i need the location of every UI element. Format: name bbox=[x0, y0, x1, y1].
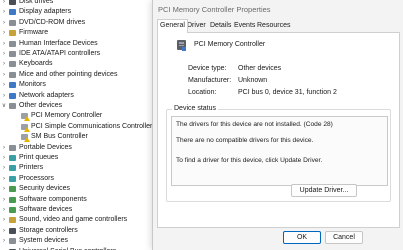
printer-icon bbox=[9, 165, 16, 172]
unknown-device-warning-icon bbox=[21, 134, 30, 143]
disk-drive-icon bbox=[9, 0, 16, 5]
status-line: To find a driver for this device, click … bbox=[176, 157, 323, 164]
device-status-group: Device status The drivers for this devic… bbox=[166, 105, 391, 202]
device-status-legend: Device status bbox=[172, 105, 219, 112]
device-name: PCI Memory Controller bbox=[194, 41, 266, 48]
tree-item-label: Human Interface Devices bbox=[19, 39, 98, 47]
chevron-right-icon[interactable]: › bbox=[1, 153, 7, 163]
security-device-icon bbox=[9, 186, 16, 193]
cancel-button[interactable]: Cancel bbox=[325, 231, 363, 244]
print-queue-icon bbox=[9, 155, 16, 161]
tree-item-label: Network adapters bbox=[19, 91, 74, 99]
tree-item-label: Display adapters bbox=[19, 8, 72, 16]
chevron-right-icon[interactable]: › bbox=[1, 28, 7, 38]
manufacturer-value: Unknown bbox=[238, 77, 268, 84]
tree-item-label: Mice and other pointing devices bbox=[19, 70, 118, 78]
chevron-right-icon[interactable]: › bbox=[1, 7, 7, 17]
tree-item-label: PCI Simple Communications Controller bbox=[31, 122, 152, 130]
sound-controller-icon bbox=[9, 217, 16, 224]
tab-general[interactable]: General bbox=[157, 19, 188, 33]
title-bar[interactable]: PCI Memory Controller Properties bbox=[153, 0, 403, 18]
chevron-right-icon[interactable]: › bbox=[1, 205, 7, 215]
tree-item-label: Disk drives bbox=[19, 0, 54, 5]
dialog-title: PCI Memory Controller Properties bbox=[158, 5, 271, 14]
chevron-right-icon[interactable]: › bbox=[1, 195, 7, 205]
software-component-icon bbox=[9, 196, 16, 203]
chevron-right-icon[interactable]: › bbox=[1, 39, 7, 49]
display-adapter-icon bbox=[9, 9, 16, 16]
tab-details[interactable]: Details bbox=[208, 20, 233, 32]
unknown-device-warning-icon bbox=[21, 123, 30, 132]
monitor-icon bbox=[9, 82, 16, 89]
tree-item-label: Software components bbox=[19, 195, 87, 203]
tree-item-label: Software devices bbox=[19, 206, 73, 213]
tree-item-label: Universal Serial Bus controllers bbox=[19, 247, 116, 250]
tree-item-label: Other devices bbox=[19, 102, 63, 109]
location-label: Location: bbox=[188, 89, 217, 96]
chevron-right-icon[interactable]: › bbox=[1, 91, 7, 101]
firmware-icon bbox=[9, 30, 16, 37]
tree-item-label: Security devices bbox=[19, 185, 70, 193]
chevron-right-icon[interactable]: › bbox=[1, 174, 7, 184]
chevron-right-icon[interactable]: › bbox=[1, 247, 7, 250]
network-adapter-icon bbox=[9, 92, 16, 99]
tree-item-label: System devices bbox=[19, 237, 69, 245]
unknown-device-warning-icon bbox=[21, 113, 30, 122]
location-value: PCI bus 0, device 31, function 2 bbox=[238, 89, 337, 96]
chevron-right-icon[interactable]: › bbox=[1, 184, 7, 194]
chevron-right-icon[interactable]: › bbox=[1, 163, 7, 173]
tree-item-label: Printers bbox=[19, 164, 44, 172]
keyboard-icon bbox=[9, 61, 16, 68]
portable-device-icon bbox=[9, 144, 16, 151]
chevron-right-icon[interactable]: › bbox=[1, 80, 7, 90]
tree-item-label: PCI Memory Controller bbox=[31, 112, 103, 120]
tree-item-label: Portable Devices bbox=[19, 143, 72, 151]
device-type-label: Device type: bbox=[188, 65, 227, 72]
chevron-right-icon[interactable]: › bbox=[1, 49, 7, 59]
device-tree: › Disk drives › Display adapters › DVD/CD-ROM… bbox=[0, 0, 152, 250]
tree-item-label: SM Bus Controller bbox=[31, 133, 88, 141]
software-device-icon bbox=[9, 207, 16, 213]
chevron-right-icon[interactable]: › bbox=[1, 215, 7, 225]
storage-controller-icon bbox=[9, 227, 16, 234]
chevron-right-icon[interactable]: › bbox=[1, 143, 7, 153]
tree-item-label: Sound, video and game controllers bbox=[19, 216, 128, 224]
device-status-text[interactable]: The drivers for this device are not inst… bbox=[171, 116, 388, 186]
mouse-icon bbox=[9, 71, 16, 78]
chevron-down-icon[interactable]: ∨ bbox=[1, 101, 7, 111]
update-driver-button[interactable]: Update Driver... bbox=[291, 184, 357, 197]
other-devices-icon bbox=[9, 103, 16, 109]
general-tab-panel: PCI Memory Controller Device type: Other… bbox=[157, 32, 400, 228]
ide-controller-icon bbox=[9, 51, 16, 57]
tree-item-label: Processors bbox=[19, 174, 55, 182]
processor-icon bbox=[9, 175, 16, 182]
tab-events[interactable]: Events bbox=[232, 20, 257, 32]
ok-button[interactable]: OK bbox=[283, 231, 321, 244]
tree-item-label: IDE ATA/ATAPI controllers bbox=[19, 50, 101, 57]
tab-resources[interactable]: Resources bbox=[255, 20, 292, 32]
device-icon bbox=[177, 40, 186, 51]
tree-item-label: Keyboards bbox=[19, 60, 53, 68]
tree-item-label: DVD/CD-ROM drives bbox=[19, 18, 86, 26]
properties-dialog: PCI Memory Controller Properties General… bbox=[152, 0, 403, 250]
tab-driver[interactable]: Driver bbox=[185, 20, 208, 32]
status-line: The drivers for this device are not inst… bbox=[176, 121, 333, 128]
tree-item-label: Storage controllers bbox=[19, 226, 78, 234]
status-line: There are no compatible drivers for this… bbox=[176, 137, 314, 144]
manufacturer-label: Manufacturer: bbox=[188, 77, 232, 84]
tree-item-label: Firmware bbox=[19, 29, 49, 37]
chevron-right-icon[interactable]: › bbox=[1, 70, 7, 80]
chevron-right-icon[interactable]: › bbox=[1, 236, 7, 246]
chevron-right-icon[interactable]: › bbox=[1, 0, 7, 7]
chevron-right-icon[interactable]: › bbox=[1, 226, 7, 236]
hid-icon bbox=[9, 40, 16, 47]
system-device-icon bbox=[9, 238, 16, 245]
dvd-drive-icon bbox=[9, 19, 16, 26]
chevron-right-icon[interactable]: › bbox=[1, 59, 7, 69]
chevron-right-icon[interactable]: › bbox=[1, 18, 7, 28]
device-type-value: Other devices bbox=[238, 65, 282, 72]
tree-item-label: Monitors bbox=[19, 81, 46, 89]
tree-item-label: Print queues bbox=[19, 154, 59, 161]
